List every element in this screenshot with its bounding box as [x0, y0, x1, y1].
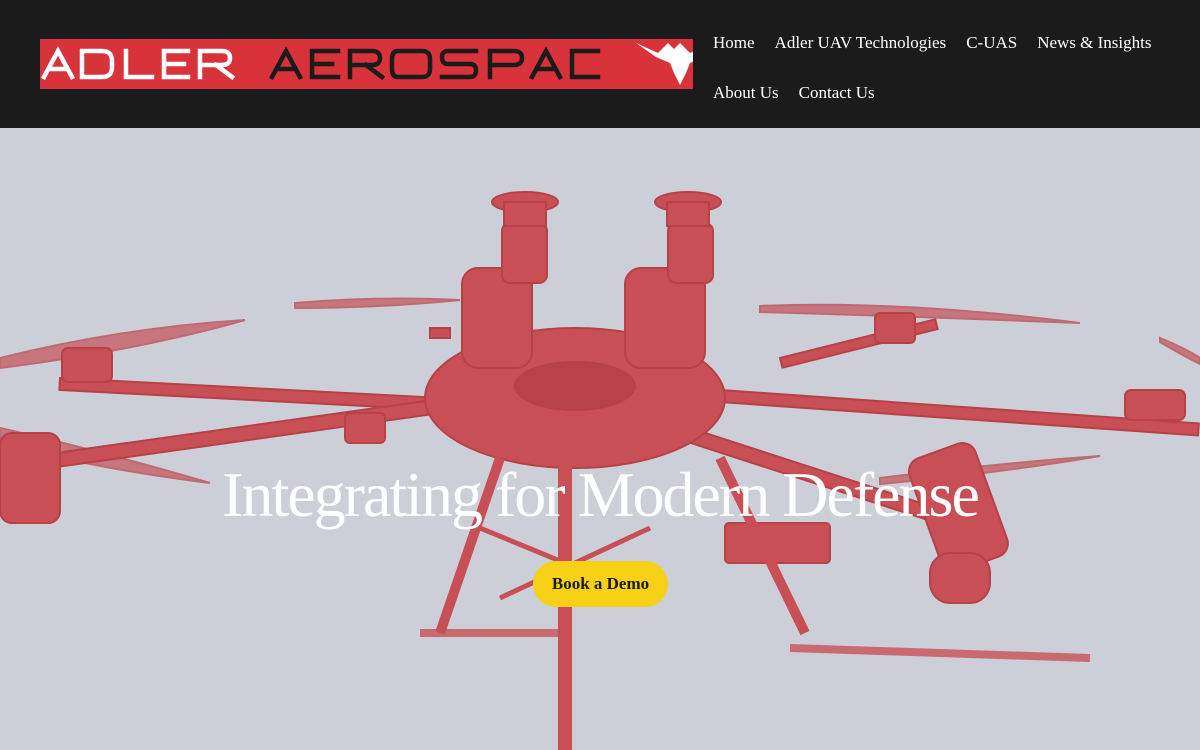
logo-wordmark — [40, 43, 693, 85]
nav-contact-us[interactable]: Contact Us — [799, 83, 875, 103]
nav-news-insights[interactable]: News & Insights — [1037, 33, 1151, 53]
site-header: Home Adler UAV Technologies C-UAS News &… — [0, 0, 1200, 128]
nav-row-primary: Home Adler UAV Technologies C-UAS News &… — [713, 18, 1193, 68]
hero-section: Integrating for Modern Defense Book a De… — [0, 128, 1200, 750]
main-navigation: Home Adler UAV Technologies C-UAS News &… — [713, 18, 1193, 118]
eagle-icon — [636, 43, 693, 85]
book-demo-button[interactable]: Book a Demo — [533, 561, 668, 607]
hero-title: Integrating for Modern Defense — [222, 459, 980, 530]
nav-about-us[interactable]: About Us — [713, 83, 779, 103]
nav-c-uas[interactable]: C-UAS — [966, 33, 1017, 53]
nav-adler-uav-technologies[interactable]: Adler UAV Technologies — [775, 33, 947, 53]
brand-logo[interactable] — [40, 39, 693, 89]
nav-row-secondary: About Us Contact Us — [713, 68, 1193, 118]
nav-home[interactable]: Home — [713, 33, 755, 53]
drone-image — [0, 191, 1200, 750]
